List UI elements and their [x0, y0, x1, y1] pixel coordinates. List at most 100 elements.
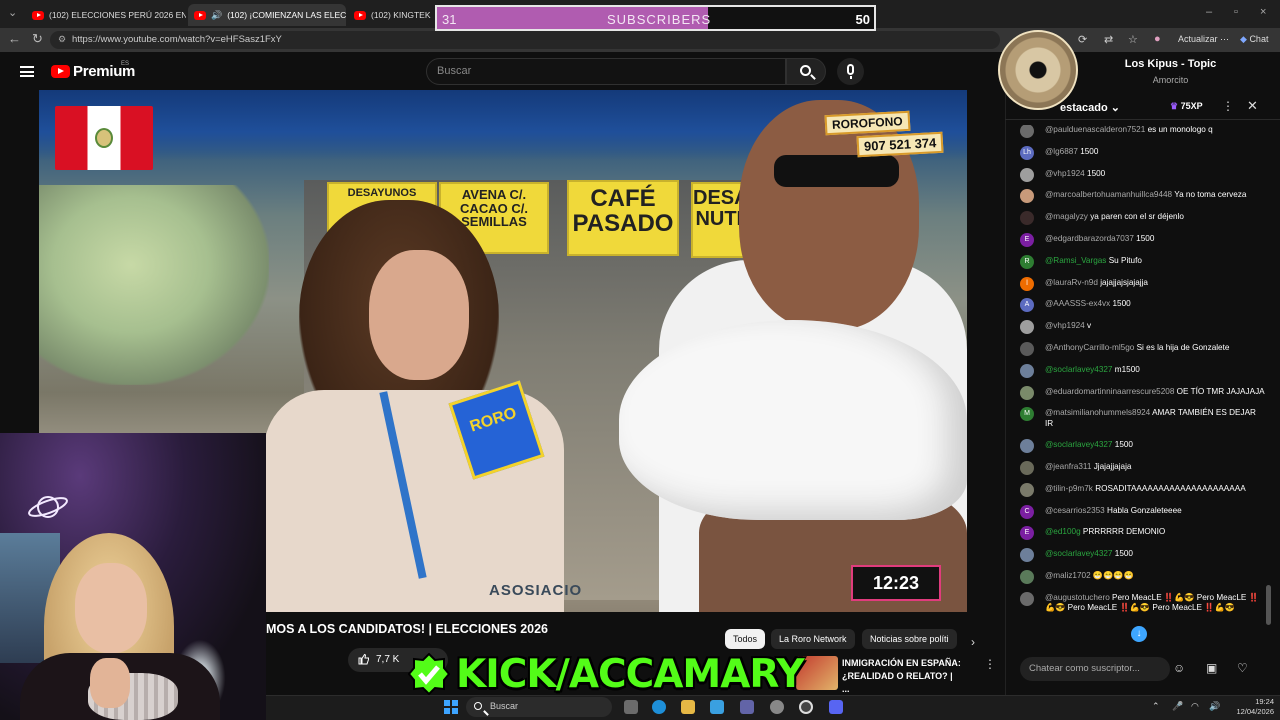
browser-tab[interactable]: (102) KINGTEK: [348, 4, 434, 26]
chat-author[interactable]: @lauraRv-n9d: [1045, 278, 1098, 287]
windows-start-icon[interactable]: [444, 700, 458, 714]
chat-avatar[interactable]: E: [1020, 232, 1034, 247]
chat-avatar[interactable]: Lh: [1020, 145, 1034, 160]
chat-avatar[interactable]: R: [1020, 254, 1034, 269]
volume-icon[interactable]: 🔊: [1209, 701, 1220, 712]
store-icon[interactable]: [710, 700, 724, 714]
chat-author[interactable]: @cesarrios2353: [1045, 506, 1105, 515]
chat-author[interactable]: @vhp1924: [1045, 321, 1085, 330]
wifi-icon[interactable]: ◠: [1191, 701, 1199, 712]
chat-avatar[interactable]: [1020, 211, 1034, 226]
more-options-icon[interactable]: ⋮: [984, 657, 996, 671]
chat-author[interactable]: @AnthonyCarrillo-ml5go: [1045, 343, 1134, 352]
chat-avatar[interactable]: [1020, 341, 1034, 356]
speaker-icon[interactable]: 🔊: [211, 10, 222, 21]
chat-more-options-icon[interactable]: ⋮: [1222, 99, 1234, 113]
chat-avatar[interactable]: [1020, 363, 1034, 378]
chat-avatar[interactable]: [1020, 125, 1034, 138]
chat-author[interactable]: @marcoalbertohuamanhuillca9448: [1045, 190, 1172, 199]
chat-avatar[interactable]: M: [1020, 407, 1034, 422]
chat-author[interactable]: @tilin-p9m7k: [1045, 484, 1093, 493]
chat-avatar[interactable]: [1020, 482, 1034, 497]
chat-author[interactable]: @soclarlavey4327: [1045, 365, 1112, 374]
chat-avatar[interactable]: [1020, 385, 1034, 400]
emoji-icon[interactable]: ☺: [1173, 661, 1185, 675]
chat-avatar[interactable]: [1020, 320, 1034, 335]
chat-scrollbar[interactable]: [1266, 130, 1271, 630]
search-input[interactable]: Buscar: [426, 58, 786, 85]
chat-avatar[interactable]: [1020, 439, 1034, 454]
taskbar-search[interactable]: Buscar: [466, 697, 612, 717]
heart-icon[interactable]: ♡: [1237, 661, 1248, 675]
chat-author[interactable]: @Ramsi_Vargas: [1045, 256, 1106, 265]
chat-avatar[interactable]: [1020, 167, 1034, 182]
xp-badge[interactable]: ♛ 75XP: [1170, 101, 1203, 112]
tab-list-icon[interactable]: ⌄: [8, 6, 17, 19]
microphone-tray-icon[interactable]: 🎤: [1172, 701, 1183, 712]
maximize-icon[interactable]: ▫: [1234, 6, 1238, 18]
chevron-right-icon[interactable]: ›: [971, 635, 975, 649]
menu-icon[interactable]: [20, 66, 34, 77]
profile-avatar[interactable]: ●: [1154, 33, 1161, 45]
chat-author[interactable]: @soclarlavey4327: [1045, 549, 1112, 558]
chat-input[interactable]: Chatear como suscriptor...: [1020, 657, 1170, 681]
chat-avatar[interactable]: E: [1020, 526, 1034, 541]
chat-scroll-thumb[interactable]: [1266, 585, 1271, 625]
teams-icon[interactable]: [740, 700, 754, 714]
chat-author[interactable]: @vhp1924: [1045, 169, 1085, 178]
tray-expand-icon[interactable]: ⌃: [1152, 701, 1160, 712]
chat-mode-dropdown[interactable]: estacado ⌄: [1060, 101, 1120, 114]
chat-author[interactable]: @jeanfra311: [1045, 462, 1091, 471]
chat-author[interactable]: @lg6887: [1045, 147, 1078, 156]
chat-avatar[interactable]: C: [1020, 504, 1034, 519]
chat-author[interactable]: @soclarlavey4327: [1045, 440, 1112, 449]
chat-avatar[interactable]: [1020, 569, 1034, 584]
chat-avatar[interactable]: l: [1020, 276, 1034, 291]
chat-author[interactable]: @ed100g: [1045, 527, 1081, 536]
update-button[interactable]: Actualizar ⋯: [1178, 34, 1229, 45]
settings-icon[interactable]: [770, 700, 784, 714]
recommended-video-title[interactable]: INMIGRACIÓN EN ESPAÑA: ¿REALIDAD O RELAT…: [842, 657, 962, 696]
chat-message-text: 1500: [1112, 299, 1131, 309]
close-chat-icon[interactable]: ✕: [1247, 98, 1258, 114]
chat-author[interactable]: @matsimilianohummels8924: [1045, 408, 1150, 417]
translate-icon[interactable]: ⇄: [1104, 33, 1113, 46]
chat-author[interactable]: @eduardomartinninaarrescure5208: [1045, 387, 1174, 396]
chat-button[interactable]: ◆ Chat: [1240, 34, 1268, 45]
file-explorer-icon[interactable]: [681, 700, 695, 714]
taskbar-clock[interactable]: 19:24 12/04/2026: [1228, 697, 1274, 717]
bookmark-star-icon[interactable]: ☆: [1128, 33, 1138, 46]
address-bar[interactable]: ⚙ https://www.youtube.com/watch?v=eHFSas…: [50, 31, 1000, 49]
back-icon[interactable]: ←: [8, 31, 21, 46]
chat-author[interactable]: @magalyzy: [1045, 212, 1088, 221]
search-button[interactable]: [786, 58, 826, 85]
chat-author[interactable]: @paulduenascalderon7521: [1045, 125, 1145, 134]
reload-icon[interactable]: ↻: [32, 31, 43, 47]
chat-author[interactable]: @AAASSS-ex4vx: [1045, 299, 1110, 308]
super-chat-icon[interactable]: ▣: [1206, 661, 1217, 675]
site-info-icon[interactable]: ⚙: [58, 34, 66, 45]
chip-all[interactable]: Todos: [725, 629, 766, 649]
obs-icon[interactable]: [799, 700, 813, 714]
chat-author[interactable]: @edgardbarazorda7037: [1045, 234, 1134, 243]
scroll-to-bottom-icon[interactable]: ↓: [1131, 626, 1147, 642]
extension-icon[interactable]: ⟳: [1078, 33, 1087, 46]
task-view-icon[interactable]: [624, 700, 638, 714]
browser-tab-active[interactable]: 🔊 (102) ¡COMIENZAN LAS ELECC ×: [188, 4, 346, 26]
chat-author[interactable]: @maliz1702: [1045, 571, 1091, 580]
close-window-icon[interactable]: ×: [1260, 6, 1266, 18]
chat-avatar[interactable]: [1020, 460, 1034, 475]
chip-news[interactable]: Noticias sobre políti: [862, 629, 957, 649]
chat-avatar[interactable]: [1020, 591, 1034, 606]
discord-icon[interactable]: [829, 700, 843, 714]
minimize-icon[interactable]: –: [1206, 6, 1212, 18]
chat-avatar[interactable]: [1020, 189, 1034, 204]
browser-tab[interactable]: (102) ELECCIONES PERÚ 2026 EN ×: [26, 4, 186, 26]
voice-search-button[interactable]: [837, 58, 864, 85]
youtube-logo-icon[interactable]: [51, 65, 70, 78]
chat-avatar[interactable]: [1020, 548, 1034, 563]
chip-channel[interactable]: La Roro Network: [771, 629, 855, 649]
chat-author[interactable]: @augustotuchero: [1045, 593, 1110, 602]
chat-avatar[interactable]: A: [1020, 298, 1034, 313]
edge-browser-icon[interactable]: [652, 700, 666, 714]
